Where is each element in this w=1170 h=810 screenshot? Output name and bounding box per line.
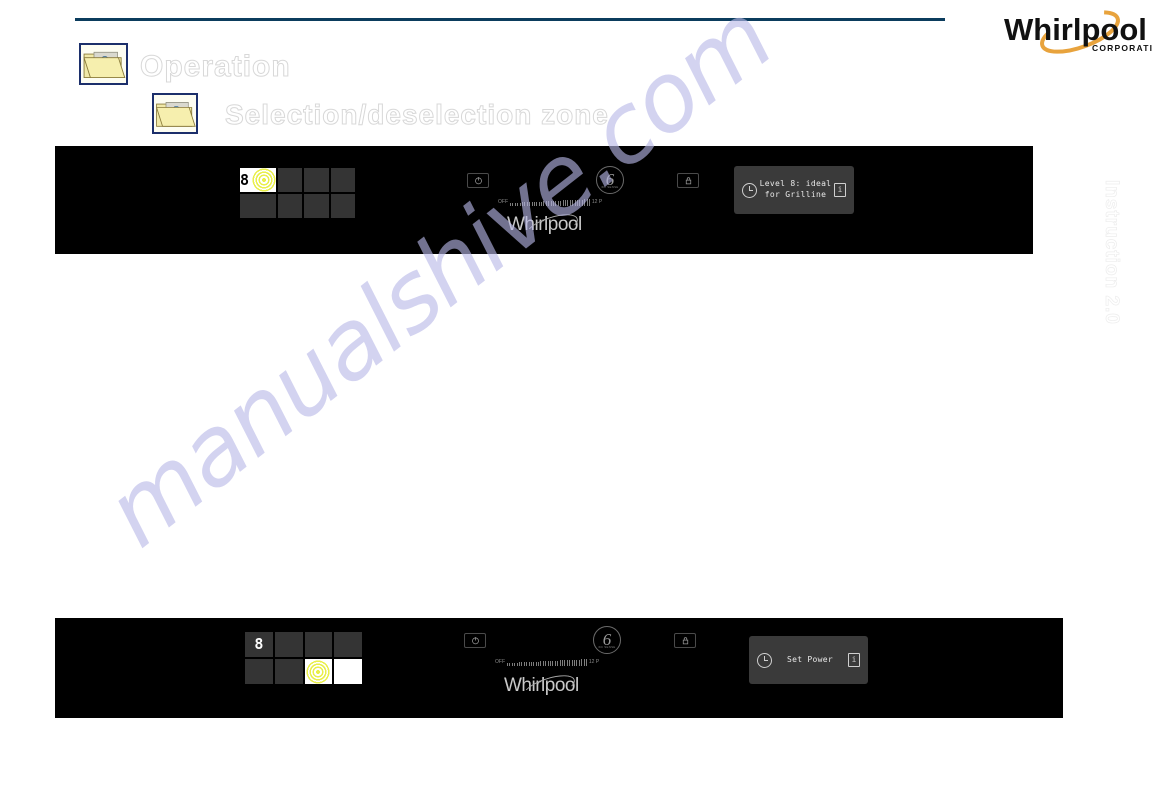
zone-cell[interactable] — [334, 632, 362, 657]
section-title-selection-deselection-zone: Selection/deselection zone — [225, 99, 609, 131]
folder-icon-operation — [79, 43, 128, 85]
clock-icon — [757, 652, 772, 668]
lock-icon[interactable] — [674, 633, 696, 648]
watermark-text: manualshive.com — [86, 0, 792, 569]
side-tab-label: Instruction 2.0 — [1101, 180, 1123, 326]
slider-min-label: OFF — [495, 659, 505, 665]
zone-cell[interactable] — [330, 168, 355, 192]
sixth-sense-badge-icon[interactable]: 6 6th SENSE — [596, 166, 624, 194]
header-rule — [75, 18, 945, 21]
zone-cell[interactable] — [304, 659, 333, 684]
svg-text:Whirlpool: Whirlpool — [1004, 12, 1147, 47]
zone-cell[interactable] — [245, 659, 273, 684]
zone-cell[interactable] — [334, 659, 362, 684]
svg-text:CORPORATION: CORPORATION — [1092, 43, 1152, 53]
zone-cell[interactable] — [274, 659, 303, 684]
slider-max-label: 12 P — [591, 199, 603, 205]
zone-cell[interactable]: 8 — [240, 168, 277, 192]
info-icon[interactable]: i — [834, 183, 846, 197]
sixth-sense-sublabel: 6th SENSE — [601, 185, 619, 189]
zone-cell[interactable]: 8 — [245, 632, 273, 657]
status-display: Set Power i — [749, 636, 868, 684]
zone-cell[interactable] — [304, 632, 333, 657]
power-slider[interactable]: OFF 12 P — [498, 198, 602, 206]
power-icon[interactable] — [464, 633, 486, 648]
zone-cell[interactable] — [304, 168, 329, 192]
status-display: Level 8: ideal for Grilline i — [734, 166, 854, 214]
slider-ticks[interactable] — [507, 658, 587, 666]
lock-icon[interactable] — [677, 173, 699, 188]
cooktop-panel-bottom: 8 6 6th SENSE OFF 12 P Whirlpool Set Pow… — [55, 618, 1063, 718]
page-title-operation: Operation — [140, 50, 291, 84]
panel-brand-wordmark: Whirlpool — [507, 209, 582, 245]
power-slider[interactable]: OFF 12 P — [495, 658, 599, 666]
status-display-text: Set Power — [786, 654, 834, 664]
status-display-text: Level 8: ideal for Grilline — [759, 179, 832, 199]
zone-cell[interactable] — [330, 194, 355, 218]
zone-cell[interactable] — [240, 194, 277, 218]
sixth-sense-badge-icon[interactable]: 6 6th SENSE — [593, 626, 621, 654]
power-icon[interactable] — [467, 173, 489, 188]
info-icon[interactable]: i — [848, 653, 860, 667]
zone-power-digit: 8 — [254, 635, 264, 653]
panel-brand-text: Whirlpool — [507, 214, 582, 235]
zone-target-rings-icon — [306, 659, 331, 684]
clock-icon — [742, 182, 757, 198]
zone-target-rings-icon — [252, 168, 277, 192]
panel-brand-wordmark: Whirlpool — [504, 670, 579, 706]
folder-icon-selection — [152, 93, 198, 134]
panel-brand-text: Whirlpool — [504, 675, 579, 696]
cooktop-zone-grid[interactable]: 8 — [245, 632, 362, 684]
zone-cell[interactable] — [304, 194, 329, 218]
cooktop-panel-top: 8 6 6th SENSE OFF 12 P Whirlpool Level 8… — [55, 146, 1033, 254]
zone-cell[interactable] — [274, 632, 303, 657]
cooktop-zone-grid[interactable]: 8 — [240, 168, 355, 218]
slider-min-label: OFF — [498, 199, 508, 205]
sixth-sense-sublabel: 6th SENSE — [598, 645, 616, 649]
zone-cell[interactable] — [278, 168, 303, 192]
whirlpool-corporation-logo: Whirlpool CORPORATION — [1002, 8, 1152, 60]
slider-ticks[interactable] — [510, 198, 590, 206]
slider-max-label: 12 P — [588, 659, 600, 665]
zone-cell[interactable] — [278, 194, 303, 218]
side-tab: Instruction 2.0 — [1096, 180, 1126, 420]
zone-power-digit: 8 — [240, 170, 250, 189]
